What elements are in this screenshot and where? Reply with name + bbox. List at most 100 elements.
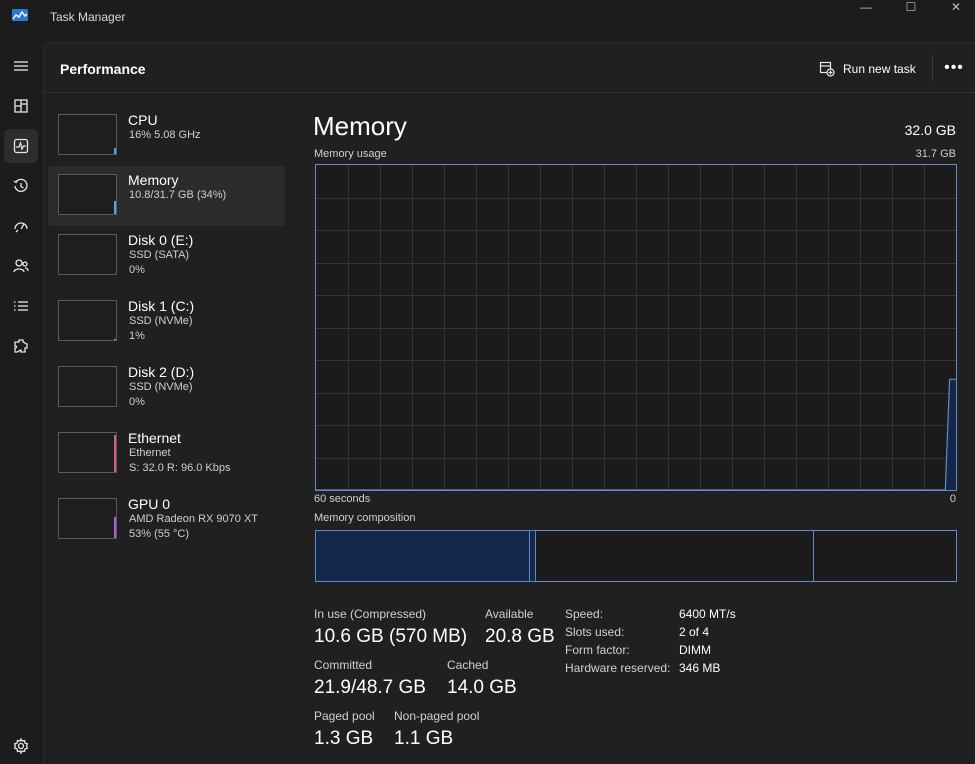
users-icon [13, 259, 29, 273]
resource-thumbnail [58, 300, 117, 341]
memory-total: 32.0 GB [904, 122, 956, 138]
resource-value: S: 32.0 R: 96.0 Kbps [129, 462, 231, 474]
resource-thumbnail-trace [114, 517, 116, 538]
composition-standby [536, 531, 814, 581]
resource-thumbnail-trace [114, 435, 116, 472]
resource-name: Disk 2 (D:) [128, 364, 195, 380]
resource-item[interactable]: Disk 2 (D:) SSD (NVMe) 0% [48, 358, 285, 418]
resource-thumbnail [58, 366, 117, 407]
close-icon: ✕ [950, 0, 962, 14]
resource-value: 0% [129, 396, 145, 408]
graph-time-right: 0 [949, 493, 956, 505]
page-header: Performance Run new task ••• [44, 43, 975, 93]
resource-value: 53% (55 °C) [129, 528, 190, 540]
slots-used-label: Slots used: [565, 625, 625, 639]
hamburger-menu-icon [14, 61, 28, 71]
maximize-button[interactable]: ☐ [888, 0, 934, 14]
resource-thumbnail [58, 174, 117, 215]
cached-label: Cached [447, 658, 489, 672]
header-divider [932, 55, 933, 81]
details-icon [14, 301, 28, 311]
resource-subtitle: SSD (SATA) [129, 249, 190, 261]
detail-title: Memory [313, 111, 407, 141]
nav-details[interactable] [4, 289, 38, 323]
settings-button[interactable] [4, 730, 38, 762]
more-options-button[interactable]: ••• [940, 57, 968, 79]
services-icon [14, 339, 28, 353]
resource-item[interactable]: Memory 10.8/31.7 GB (34%) [48, 166, 285, 226]
nav-menu-button[interactable] [4, 49, 38, 83]
resource-name: Disk 0 (E:) [128, 232, 194, 248]
startup-apps-icon [14, 222, 28, 233]
resource-item[interactable]: Disk 0 (E:) SSD (SATA) 0% [48, 226, 285, 286]
nav-services[interactable] [4, 329, 38, 363]
resource-name: Disk 1 (C:) [128, 298, 195, 314]
navigation-rail [0, 42, 43, 764]
resource-item[interactable]: GPU 0 AMD Radeon RX 9070 XT 53% (55 °C) [48, 490, 285, 550]
speed-label: Speed: [565, 607, 604, 621]
run-new-task-button[interactable]: Run new task [819, 59, 916, 79]
nav-startup-apps[interactable] [4, 209, 38, 243]
window-title: Task Manager [50, 10, 126, 24]
memory-usage-max: 31.7 GB [915, 148, 956, 160]
composition-in-use [316, 531, 530, 581]
non-paged-pool-value: 1.1 GB [394, 728, 454, 749]
resource-thumbnail [58, 498, 117, 539]
processes-icon [14, 99, 28, 113]
resource-subtitle: 16% 5.08 GHz [129, 129, 201, 141]
resource-name: CPU [128, 112, 158, 128]
maximize-icon: ☐ [905, 0, 917, 14]
committed-value: 21.9/48.7 GB [314, 677, 426, 698]
resource-thumbnail [58, 432, 117, 473]
app-history-icon [13, 178, 28, 192]
run-new-task-label: Run new task [843, 62, 916, 76]
more-options-icon: ••• [944, 59, 964, 76]
resource-name: Memory [128, 172, 179, 188]
resource-subtitle: 10.8/31.7 GB (34%) [129, 189, 227, 201]
resource-item[interactable]: CPU 16% 5.08 GHz [48, 106, 285, 166]
resource-subtitle: SSD (NVMe) [129, 381, 193, 393]
minimize-button[interactable]: — [843, 0, 889, 14]
committed-label: Committed [314, 658, 373, 672]
paged-pool-value: 1.3 GB [314, 728, 374, 749]
available-label: Available [485, 607, 534, 621]
memory-composition-bar [315, 530, 957, 582]
title-bar: Task Manager — ☐ ✕ [0, 0, 975, 42]
speed-value: 6400 MT/s [679, 607, 736, 621]
nav-performance[interactable] [4, 129, 38, 163]
nav-app-history[interactable] [4, 169, 38, 203]
resource-item[interactable]: Ethernet Ethernet S: 32.0 R: 96.0 Kbps [48, 424, 285, 484]
main-panel: Performance Run new task ••• CPU 16% 5.08… [43, 42, 975, 764]
performance-icon [13, 138, 29, 154]
close-button[interactable]: ✕ [933, 0, 975, 14]
resource-name: Ethernet [128, 430, 181, 446]
memory-usage-graph [315, 164, 957, 491]
available-value: 20.8 GB [485, 626, 555, 647]
form-factor-label: Form factor: [565, 643, 630, 657]
resource-item[interactable]: Disk 1 (C:) SSD (NVMe) 1% [48, 292, 285, 352]
in-use-value: 10.6 GB (570 MB) [314, 626, 468, 647]
resource-thumbnail-trace [114, 148, 116, 154]
resource-name: GPU 0 [128, 496, 171, 512]
resource-thumbnail-trace [114, 201, 116, 214]
nav-processes[interactable] [4, 89, 38, 123]
memory-composition-label: Memory composition [314, 512, 416, 524]
memory-usage-label: Memory usage [314, 148, 387, 160]
resource-thumbnail-trace [114, 339, 116, 340]
run-new-task-icon [819, 61, 835, 77]
resource-thumbnail [58, 234, 117, 275]
paged-pool-label: Paged pool [314, 709, 375, 723]
in-use-label: In use (Compressed) [314, 607, 427, 621]
memory-usage-chart [316, 165, 956, 490]
nav-users[interactable] [4, 249, 38, 283]
resource-subtitle: AMD Radeon RX 9070 XT [129, 513, 259, 525]
hardware-reserved-label: Hardware reserved: [565, 661, 671, 675]
composition-free [814, 531, 955, 581]
resource-value: 0% [129, 264, 145, 276]
hardware-reserved-value: 346 MB [679, 661, 721, 675]
graph-time-left: 60 seconds [314, 493, 371, 505]
task-manager-app-icon [12, 9, 28, 21]
cached-value: 14.0 GB [447, 677, 517, 698]
slots-used-value: 2 of 4 [679, 625, 710, 639]
page-title: Performance [60, 61, 146, 77]
